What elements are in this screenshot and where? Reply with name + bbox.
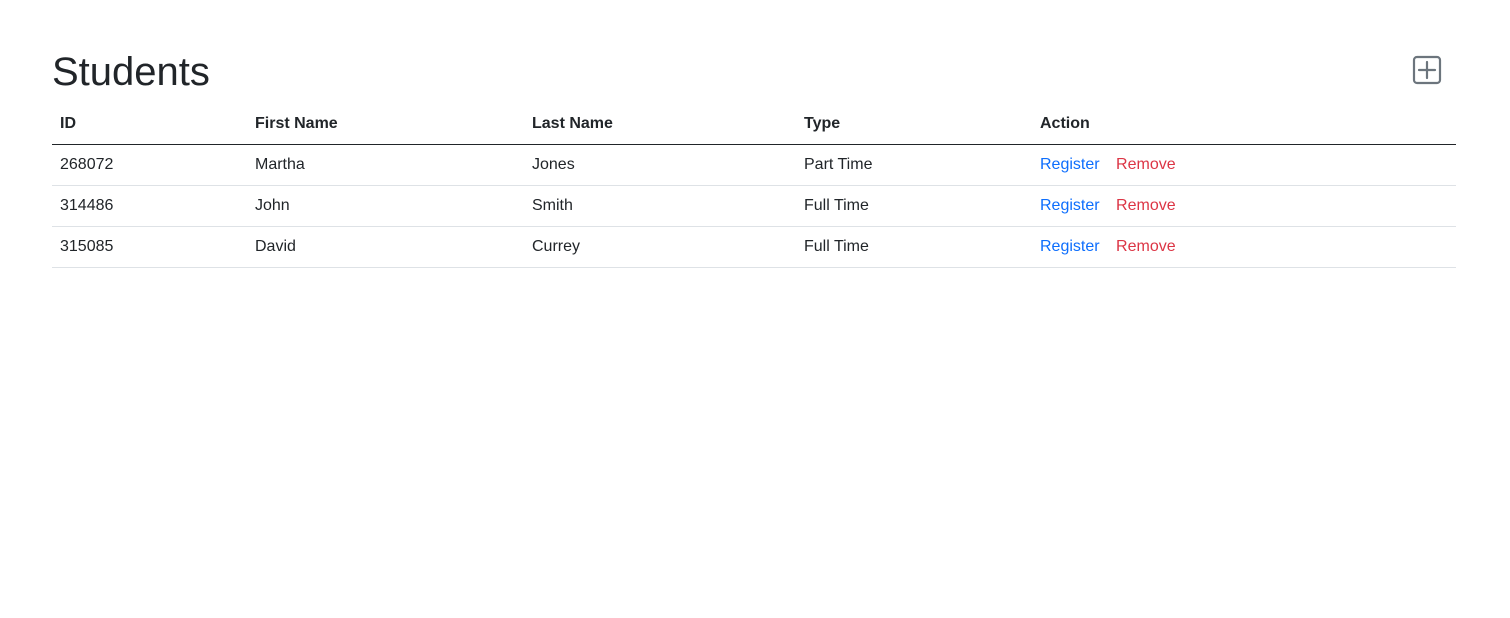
cell-action: Register Remove	[1032, 144, 1456, 186]
cell-first-name: David	[247, 226, 524, 268]
cell-last-name: Currey	[524, 226, 796, 268]
students-table: ID First Name Last Name Type Action 2680…	[52, 104, 1456, 268]
header-id: ID	[52, 104, 247, 145]
cell-action: Register Remove	[1032, 185, 1456, 227]
register-link[interactable]: Register	[1040, 197, 1100, 214]
cell-last-name: Jones	[524, 144, 796, 186]
table-row: 315085 David Currey Full Time Register R…	[52, 226, 1456, 268]
header-action: Action	[1032, 104, 1456, 145]
cell-type: Part Time	[796, 144, 1032, 186]
cell-first-name: John	[247, 185, 524, 227]
main-container: Students ID First Name Last Name Type Ac…	[52, 0, 1456, 268]
remove-link[interactable]: Remove	[1116, 238, 1176, 255]
plus-square-icon	[1412, 55, 1442, 85]
cell-id: 314486	[52, 185, 247, 227]
remove-link[interactable]: Remove	[1116, 156, 1176, 173]
table-body: 268072 Martha Jones Part Time Register R…	[52, 144, 1456, 268]
page-header: Students	[52, 0, 1456, 104]
header-first-name: First Name	[247, 104, 524, 145]
header-last-name: Last Name	[524, 104, 796, 145]
header-type: Type	[796, 104, 1032, 145]
cell-action: Register Remove	[1032, 226, 1456, 268]
cell-id: 268072	[52, 144, 247, 186]
page-title: Students	[52, 50, 210, 94]
remove-link[interactable]: Remove	[1116, 197, 1176, 214]
table-row: 314486 John Smith Full Time Register Rem…	[52, 185, 1456, 227]
cell-type: Full Time	[796, 226, 1032, 268]
table-header: ID First Name Last Name Type Action	[52, 104, 1456, 145]
register-link[interactable]: Register	[1040, 238, 1100, 255]
cell-last-name: Smith	[524, 185, 796, 227]
cell-type: Full Time	[796, 185, 1032, 227]
table-row: 268072 Martha Jones Part Time Register R…	[52, 144, 1456, 186]
cell-first-name: Martha	[247, 144, 524, 186]
cell-id: 315085	[52, 226, 247, 268]
header-row: ID First Name Last Name Type Action	[52, 104, 1456, 145]
register-link[interactable]: Register	[1040, 156, 1100, 173]
add-student-button[interactable]	[1412, 55, 1442, 85]
